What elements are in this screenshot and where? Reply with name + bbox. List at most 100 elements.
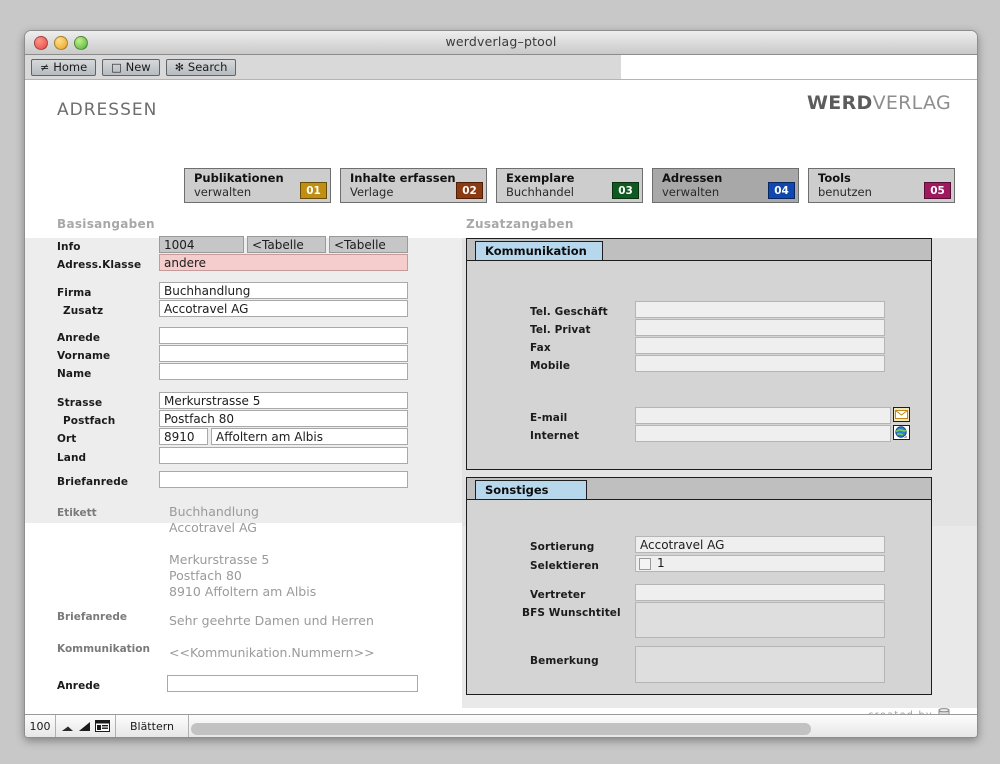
globe-icon[interactable] (893, 425, 910, 440)
nav-tab-publikationen[interactable]: Publikationen verwalten 01 (184, 168, 331, 203)
field-sortierung[interactable]: Accotravel AG (635, 536, 885, 553)
panel-sonstiges: Sonstiges Sortierung Accotravel AG Selek… (466, 477, 932, 695)
field-selektieren[interactable]: 1 (635, 555, 885, 572)
label-vorname: Vorname (57, 350, 110, 362)
field-vertreter[interactable] (635, 584, 885, 601)
label-tel-privat: Tel. Privat (530, 324, 591, 336)
search-button-label: Search (188, 60, 228, 74)
label-vertreter: Vertreter (530, 589, 585, 601)
mode-label[interactable]: Blättern (116, 720, 188, 733)
zoom-out-icon[interactable] (61, 721, 74, 732)
panel-tabbar-sonstiges: Sonstiges (467, 478, 931, 500)
field-email[interactable] (635, 407, 891, 424)
field-bemerkung[interactable] (635, 646, 885, 683)
field-adress-klasse[interactable]: andere (159, 254, 408, 271)
tab-kommunikation[interactable]: Kommunikation (475, 241, 603, 260)
nav-tab-number: 04 (768, 182, 795, 199)
nav-tab-tools[interactable]: Tools benutzen 05 (808, 168, 955, 203)
label-postfach: Postfach (63, 415, 115, 427)
field-postfach[interactable]: Postfach 80 (159, 410, 408, 427)
page-content: ADRESSEN WERDVERLAG Publikationen verwal… (25, 80, 977, 738)
tab-sonstiges[interactable]: Sonstiges (475, 480, 587, 499)
horizontal-scrollbar[interactable] (191, 720, 971, 733)
field-info-tabelle-2[interactable]: <Tabelle (329, 236, 408, 253)
label-adress-klasse: Adress.Klasse (57, 259, 141, 271)
zoom-controls (56, 720, 115, 732)
field-tel-privat[interactable] (635, 319, 885, 336)
selektieren-checkbox[interactable] (639, 558, 651, 570)
label-anrede: Anrede (57, 332, 100, 344)
label-bemerkung: Bemerkung (530, 655, 599, 667)
field-land[interactable] (159, 447, 408, 464)
field-plz[interactable]: 8910 (159, 428, 208, 445)
panel-kommunikation: Kommunikation Tel. Geschäft Tel. Privat … (466, 238, 932, 470)
nav-tab-inhalte[interactable]: Inhalte erfassen Verlage 02 (340, 168, 487, 203)
field-briefanrede[interactable] (159, 471, 408, 488)
zusatzangaben-section-title: Zusatzangaben (466, 217, 574, 231)
label-strasse: Strasse (57, 397, 102, 409)
preview-etikett-line-4: Postfach 80 (169, 568, 242, 585)
label-etikett: Etikett (57, 507, 97, 519)
field-strasse[interactable]: Merkurstrasse 5 (159, 392, 408, 409)
field-info-id[interactable]: 1004 (159, 236, 244, 253)
preview-etikett-line-3: Merkurstrasse 5 (169, 552, 269, 569)
home-button[interactable]: ≠ Home (31, 59, 96, 76)
preview-etikett-line-2: Accotravel AG (169, 520, 257, 537)
field-tel-geschaeft[interactable] (635, 301, 885, 318)
label-name: Name (57, 368, 91, 380)
label-mobile: Mobile (530, 360, 570, 372)
field-bfs-wunschtitel[interactable] (635, 602, 885, 638)
status-bar: 100 Blättern (25, 714, 977, 737)
envelope-icon[interactable] (893, 407, 910, 422)
label-ort: Ort (57, 433, 76, 445)
label-firma: Firma (57, 287, 91, 299)
label-internet: Internet (530, 430, 579, 442)
field-ort[interactable]: Affoltern am Albis (211, 428, 408, 445)
search-icon: ✻ (175, 61, 184, 74)
new-icon: □ (111, 61, 121, 74)
preview-briefanrede-value: Sehr geehrte Damen und Herren (169, 613, 374, 630)
label-preview-anrede: Anrede (57, 680, 100, 692)
label-land: Land (57, 452, 86, 464)
scrollbar-thumb[interactable] (191, 723, 811, 735)
field-mobile[interactable] (635, 355, 885, 372)
basisangaben-section-title: Basisangaben (57, 217, 155, 231)
field-anrede[interactable] (159, 327, 408, 344)
preview-etikett-line-5: 8910 Affoltern am Albis (169, 584, 316, 601)
nav-tab-adressen[interactable]: Adressen verwalten 04 (652, 168, 799, 203)
nav-tab-number: 01 (300, 182, 327, 199)
label-sortierung: Sortierung (530, 541, 594, 553)
new-button-label: New (126, 60, 151, 74)
label-zusatz: Zusatz (63, 305, 103, 317)
page-title: ADRESSEN (57, 100, 157, 120)
label-email: E-mail (530, 412, 567, 424)
title-bar: werdverlag–ptool (25, 31, 977, 55)
zoom-level: 100 (25, 720, 55, 733)
search-button[interactable]: ✻ Search (166, 59, 237, 76)
field-name[interactable] (159, 363, 408, 380)
brand-light: VERLAG (873, 92, 951, 114)
selektieren-value: 1 (657, 556, 665, 571)
label-tel-geschaeft: Tel. Geschäft (530, 306, 608, 318)
divider (188, 715, 189, 737)
field-vorname[interactable] (159, 345, 408, 362)
new-button[interactable]: □ New (102, 59, 160, 76)
globe-glyph (895, 426, 908, 439)
envelope-glyph (895, 410, 908, 419)
field-zusatz[interactable]: Accotravel AG (159, 300, 408, 317)
window-title: werdverlag–ptool (25, 34, 977, 49)
field-fax[interactable] (635, 337, 885, 354)
nav-tab-number: 03 (612, 182, 639, 199)
field-info-tabelle-1[interactable]: <Tabelle (247, 236, 326, 253)
brand-bold: WERD (807, 92, 873, 114)
window-toggle-icon[interactable] (95, 720, 110, 732)
label-briefanrede: Briefanrede (57, 476, 128, 488)
field-firma[interactable]: Buchhandlung (159, 282, 408, 299)
nav-tab-number: 05 (924, 182, 951, 199)
nav-tab-exemplare[interactable]: Exemplare Buchhandel 03 (496, 168, 643, 203)
field-internet[interactable] (635, 425, 891, 442)
field-preview-anrede[interactable] (167, 675, 418, 692)
preview-kommunikation-value: <<Kommunikation.Nummern>> (169, 645, 375, 662)
label-preview-briefanrede: Briefanrede (57, 611, 127, 623)
zoom-in-icon[interactable] (78, 721, 91, 732)
